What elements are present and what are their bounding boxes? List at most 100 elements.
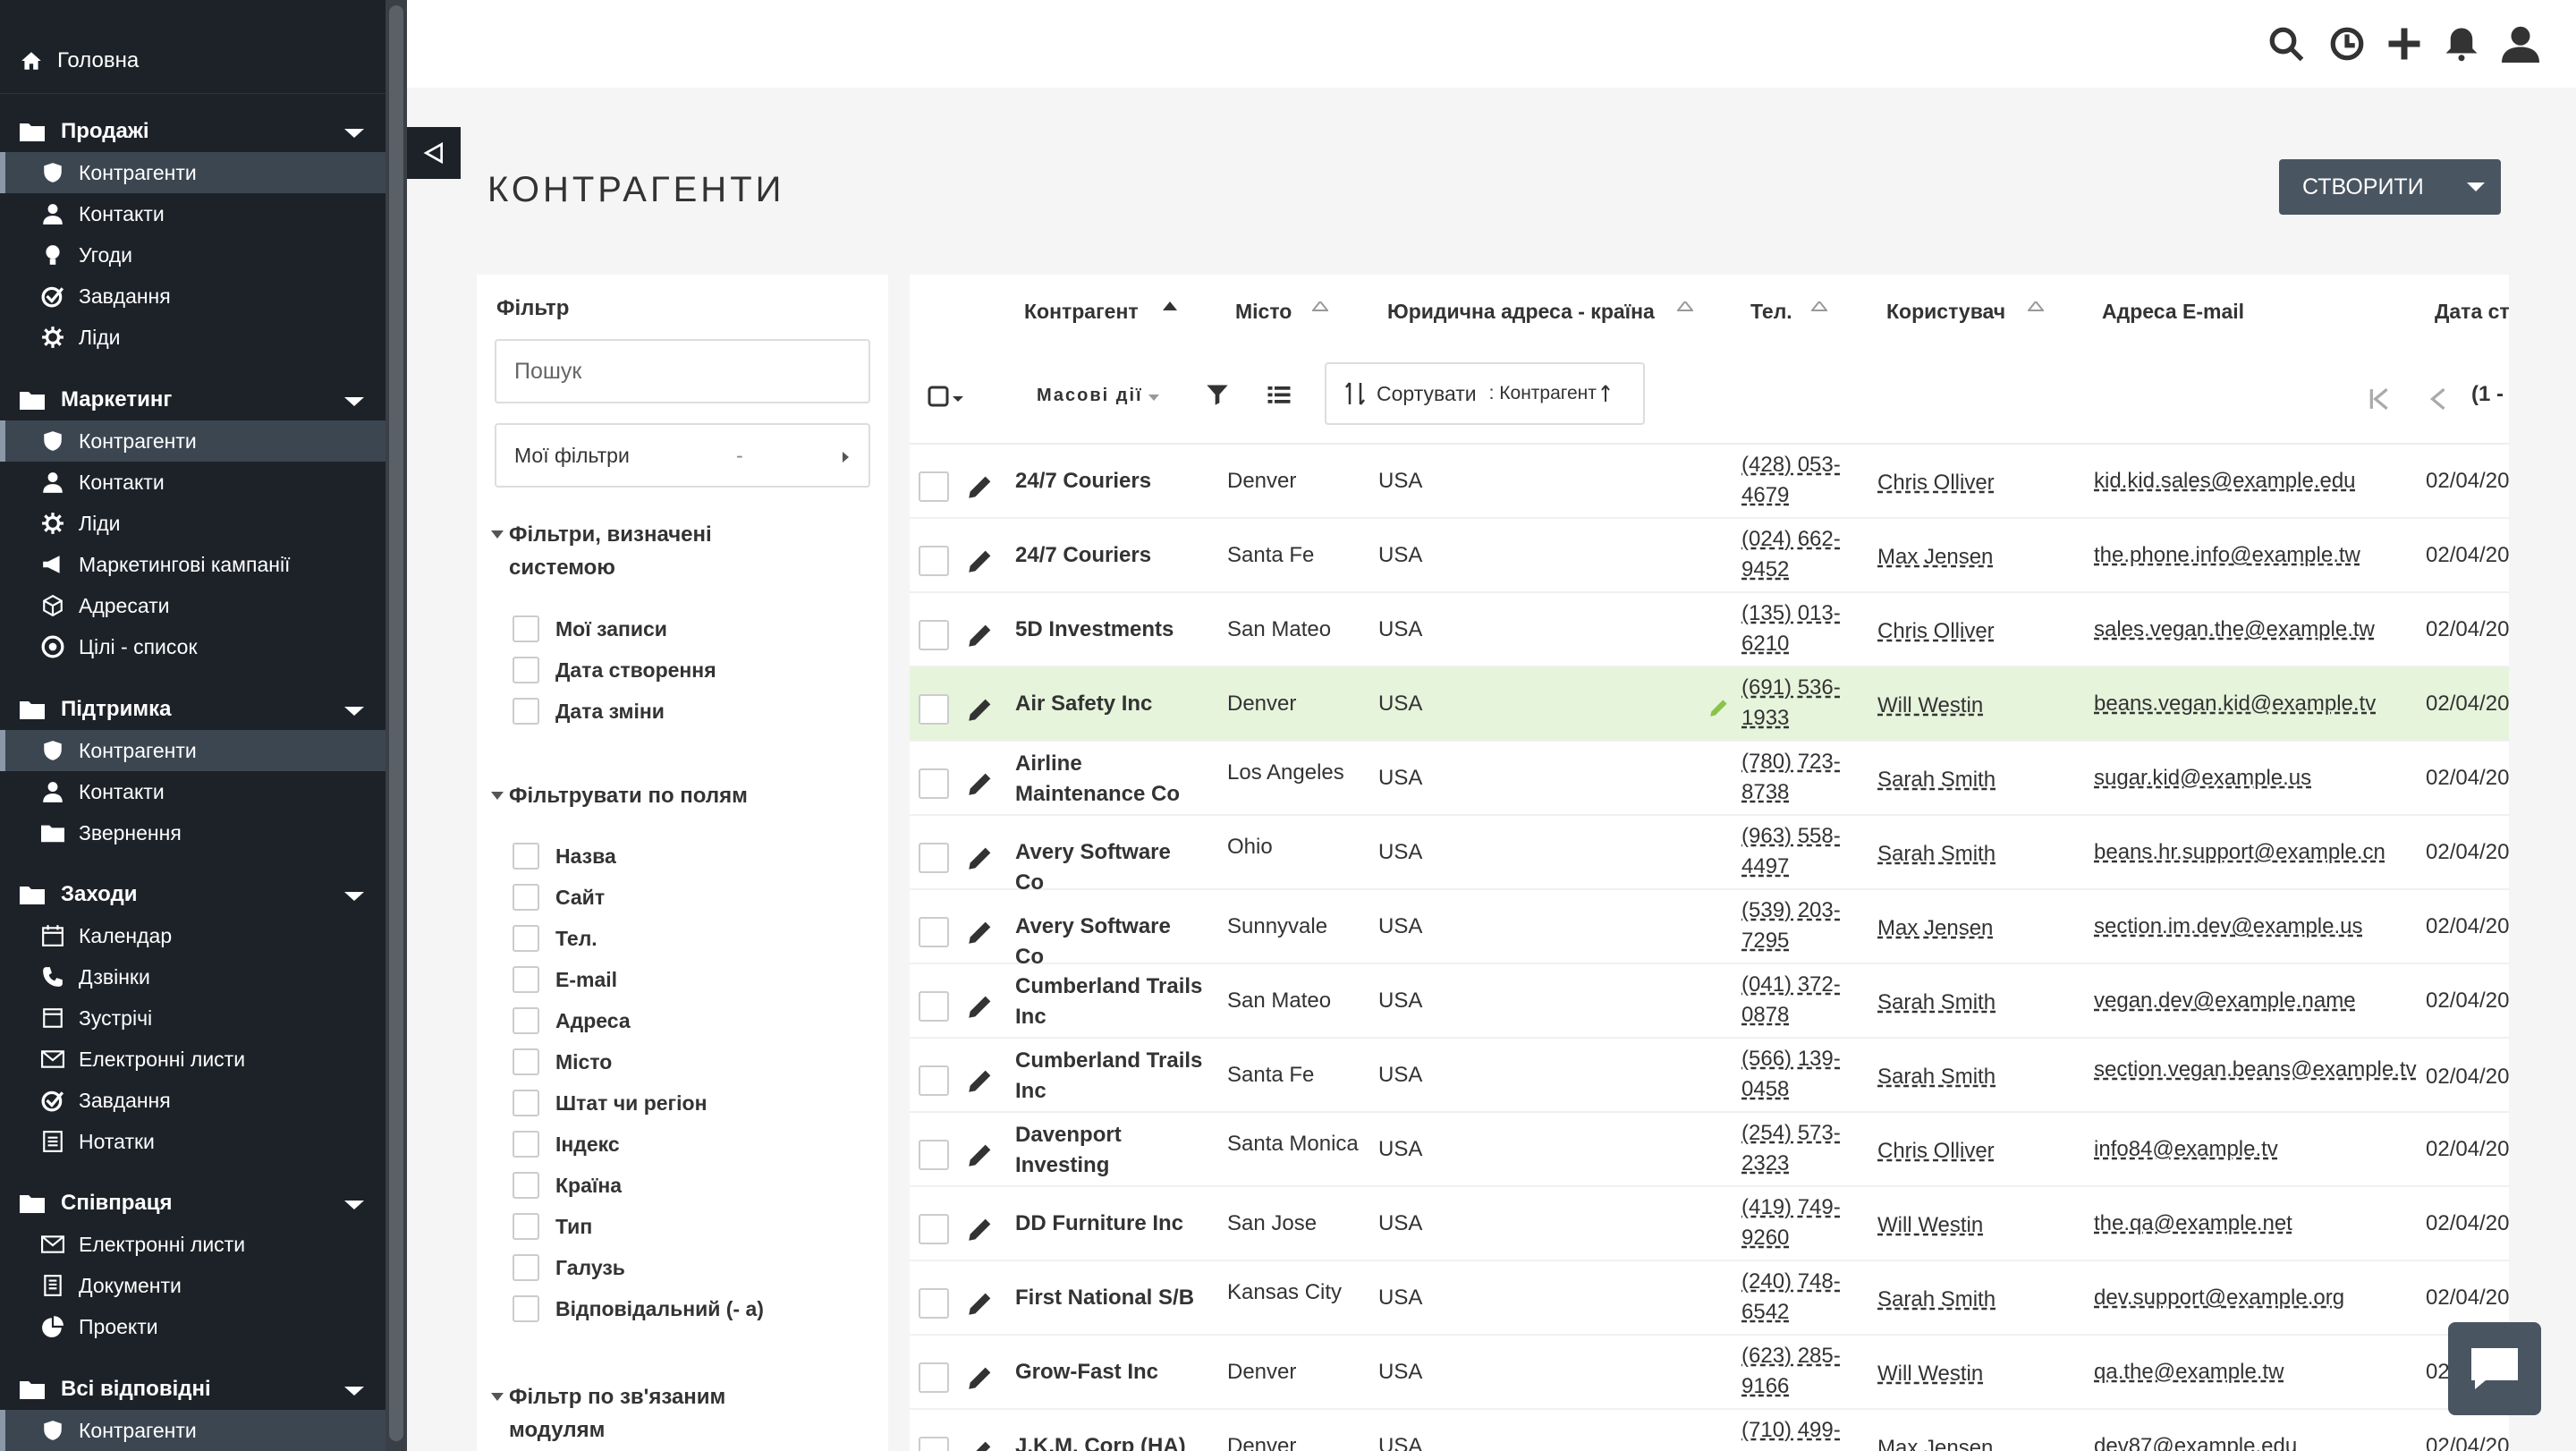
account-name-link[interactable]: 24/7 Couriers <box>1015 540 1203 571</box>
sidebar-item-calls[interactable]: Дзвінки <box>0 956 386 997</box>
sort-asc-icon[interactable] <box>1162 301 1178 314</box>
email-link[interactable]: sugar.kid@example.us <box>2094 763 2311 793</box>
pencil-icon[interactable] <box>965 1214 996 1244</box>
sidebar-item-deals[interactable]: Угоди <box>0 234 386 276</box>
assigned-user-link[interactable]: Max Jensen <box>1877 913 1993 944</box>
filter-option[interactable]: Дата створення <box>513 656 716 684</box>
checkbox[interactable] <box>513 615 539 642</box>
filter-option[interactable]: Відповідальний (- а) <box>513 1294 764 1323</box>
create-button[interactable]: СТВОРИТИ <box>2279 159 2501 215</box>
bell-icon[interactable] <box>2443 25 2480 63</box>
sidebar-scrollbar[interactable] <box>386 0 407 1451</box>
checkbox[interactable] <box>513 657 539 683</box>
account-name-link[interactable]: Davenport Investing <box>1015 1120 1203 1181</box>
assigned-user-link[interactable]: Sarah Smith <box>1877 1062 1996 1092</box>
filter-option[interactable]: Мої записи <box>513 615 667 643</box>
assigned-user-link[interactable]: Max Jensen <box>1877 1433 1993 1451</box>
row-checkbox[interactable] <box>919 471 949 502</box>
sidebar-item-emails[interactable]: Електронні листи <box>0 1224 386 1265</box>
select-all-checkbox-dropdown[interactable] <box>928 384 969 411</box>
email-link[interactable]: kid.kid.sales@example.edu <box>2094 466 2356 496</box>
assigned-user-link[interactable]: Sarah Smith <box>1877 839 1996 870</box>
checkbox[interactable] <box>513 1131 539 1158</box>
table-row[interactable]: 24/7 Couriers Denver USA (428) 053- 4679 Chri… <box>910 445 2509 519</box>
table-row[interactable]: Avery Software Co Ohio USA (963) 558- 4497 Sa… <box>910 816 2509 895</box>
column-header-phone[interactable]: Тел. <box>1750 300 1792 324</box>
checkbox[interactable] <box>513 884 539 911</box>
sidebar-item-leads[interactable]: Ліди <box>0 503 386 544</box>
user-profile-icon[interactable] <box>2502 25 2539 63</box>
sidebar-item-tasks[interactable]: Завдання <box>0 1080 386 1121</box>
table-row[interactable]: J.K.M. Corp (HA) Denver USA (710) 499-9584 M… <box>910 1410 2509 1451</box>
sidebar-item-contacts[interactable]: Контакти <box>0 193 386 234</box>
pencil-icon[interactable] <box>965 1362 996 1393</box>
phone-link[interactable]: (691) 536- 1933 <box>1741 673 1849 734</box>
column-header-user[interactable]: Користувач <box>1886 300 2005 324</box>
row-checkbox[interactable] <box>919 1140 949 1170</box>
email-link[interactable]: qa.the@example.tw <box>2094 1357 2284 1387</box>
account-name-link[interactable]: Cumberland Trails Inc <box>1015 972 1203 1032</box>
group-head-collaboration[interactable]: Співпраця <box>0 1183 386 1224</box>
email-link[interactable]: the.qa@example.net <box>2094 1209 2292 1239</box>
sidebar-scrollbar-thumb[interactable] <box>389 5 403 1441</box>
group-head-marketing[interactable]: Маркетинг <box>0 379 386 420</box>
assigned-user-link[interactable]: Chris Olliver <box>1877 616 1995 647</box>
email-link[interactable]: beans.hr.support@example.cn <box>2094 837 2385 868</box>
plus-icon[interactable] <box>2385 25 2423 63</box>
table-row[interactable]: First National S/B Kansas City USA (240) 74… <box>910 1261 2509 1336</box>
row-checkbox[interactable] <box>919 1437 949 1451</box>
checkbox[interactable] <box>513 1213 539 1240</box>
phone-link[interactable]: (240) 748- 6542 <box>1741 1267 1849 1328</box>
filter-option[interactable]: Штат чи регіон <box>513 1089 707 1117</box>
row-checkbox[interactable] <box>919 768 949 799</box>
sidebar-item-tasks[interactable]: Завдання <box>0 276 386 317</box>
phone-link[interactable]: (419) 749- 9260 <box>1741 1192 1849 1253</box>
account-name-link[interactable]: Avery Software Co <box>1015 912 1203 972</box>
pencil-icon[interactable] <box>965 694 996 725</box>
checkbox[interactable] <box>513 1048 539 1075</box>
table-row[interactable]: Cumberland Trails Inc San Mateo USA (041) 3… <box>910 964 2509 1039</box>
field-filters-toggle[interactable]: Фільтрувати по полям <box>491 779 849 812</box>
checkbox[interactable] <box>513 925 539 952</box>
filter-option[interactable]: Місто <box>513 1048 612 1076</box>
pencil-icon[interactable] <box>965 991 996 1022</box>
sidebar-item-notes[interactable]: Нотатки <box>0 1121 386 1162</box>
email-link[interactable]: dev87@example.edu <box>2094 1431 2297 1451</box>
filter-option[interactable]: Галузь <box>513 1253 625 1282</box>
table-row[interactable]: 5D Investments San Mateo USA (135) 013- 6210… <box>910 593 2509 667</box>
sidebar-item-accounts[interactable]: Контрагенти <box>0 730 386 771</box>
checkbox[interactable] <box>513 1007 539 1034</box>
account-name-link[interactable]: Grow-Fast Inc <box>1015 1357 1203 1387</box>
row-checkbox[interactable] <box>919 843 949 873</box>
column-chooser-icon[interactable] <box>1266 382 1292 409</box>
previous-page-icon[interactable] <box>2428 387 2448 411</box>
assigned-user-link[interactable]: Chris Olliver <box>1877 468 1995 498</box>
phone-link[interactable]: (428) 053- 4679 <box>1741 450 1849 511</box>
sidebar-item-targets[interactable]: Адресати <box>0 585 386 626</box>
checkbox[interactable] <box>513 1172 539 1199</box>
row-checkbox[interactable] <box>919 991 949 1022</box>
column-header-email[interactable]: Адреса E-mail <box>2102 300 2244 324</box>
assigned-user-link[interactable]: Will Westin <box>1877 1359 1983 1389</box>
email-link[interactable]: beans.vegan.kid@example.tv <box>2094 689 2376 719</box>
row-checkbox[interactable] <box>919 694 949 725</box>
group-head-support[interactable]: Підтримка <box>0 689 386 730</box>
filter-option[interactable]: Дата зміни <box>513 697 665 726</box>
row-checkbox[interactable] <box>919 1288 949 1319</box>
pencil-icon[interactable] <box>965 1065 996 1096</box>
sort-by-button[interactable]: Сортувати : Контрагент <box>1325 362 1645 425</box>
filter-option[interactable]: Індекс <box>513 1130 620 1158</box>
sidebar-item-meetings[interactable]: Зустрічі <box>0 997 386 1039</box>
pencil-icon[interactable] <box>965 546 996 576</box>
row-checkbox[interactable] <box>919 1065 949 1096</box>
column-header-account[interactable]: Контрагент <box>1024 300 1139 324</box>
assigned-user-link[interactable]: Sarah Smith <box>1877 765 1996 795</box>
sidebar-item-campaigns[interactable]: Маркетингові кампанії <box>0 544 386 585</box>
email-link[interactable]: vegan.dev@example.name <box>2094 986 2356 1016</box>
assigned-user-link[interactable]: Will Westin <box>1877 1210 1983 1241</box>
assigned-user-link[interactable]: Chris Olliver <box>1877 1136 1995 1167</box>
phone-link[interactable]: (566) 139- 0458 <box>1741 1044 1849 1105</box>
filter-option[interactable]: Країна <box>513 1171 622 1200</box>
email-link[interactable]: info84@example.tv <box>2094 1134 2278 1165</box>
sort-icon[interactable] <box>2028 301 2044 314</box>
